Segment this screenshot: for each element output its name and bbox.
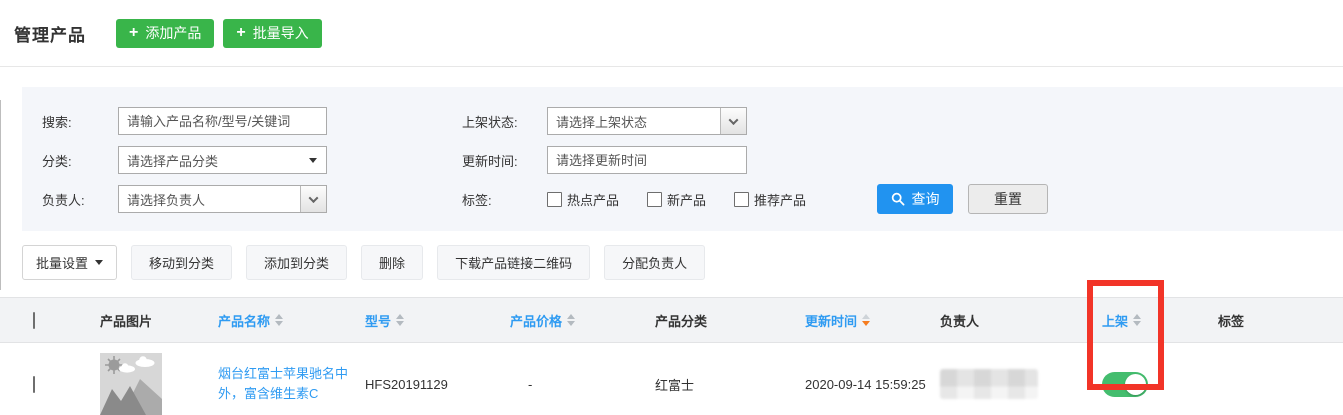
tag-checkbox-hot[interactable]: 热点产品 <box>547 190 619 209</box>
row-owner-cell <box>930 369 1085 399</box>
header-image: 产品图片 <box>70 311 185 330</box>
batch-set-dropdown[interactable]: 批量设置 <box>22 245 117 280</box>
reset-button[interactable]: 重置 <box>968 184 1048 214</box>
add-product-label: 添加产品 <box>145 23 201 43</box>
header-price-sort[interactable]: 产品价格 <box>500 311 640 330</box>
category-select[interactable]: 请选择产品分类 <box>118 146 327 174</box>
row-category: 红富士 <box>640 375 790 394</box>
product-table: 产品图片 产品名称 型号 产品价格 产品分类 更新时间 负责人 上架 标签 <box>0 297 1343 415</box>
status-select[interactable]: 请选择上架状态 <box>547 107 747 135</box>
product-name-link[interactable]: 烟台红富士苹果驰名中外，富含维生素C <box>218 364 354 404</box>
add-product-button[interactable]: + 添加产品 <box>116 19 214 48</box>
chevron-down-icon <box>300 186 326 212</box>
update-time-input[interactable] <box>547 146 747 174</box>
row-model: HFS20191129 <box>350 377 500 392</box>
caret-down-icon <box>309 158 317 163</box>
batch-import-button[interactable]: + 批量导入 <box>223 19 321 48</box>
update-time-label: 更新时间: <box>462 151 547 170</box>
search-input[interactable] <box>118 107 327 135</box>
checkbox-icon <box>734 192 749 207</box>
row-name-cell: 烟台红富士苹果驰名中外，富含维生素C <box>185 364 350 404</box>
download-qr-button[interactable]: 下载产品链接二维码 <box>437 245 590 280</box>
left-edge-line <box>0 100 1 290</box>
search-label: 搜索: <box>42 112 118 131</box>
tags-label: 标签: <box>462 190 547 209</box>
checkbox-icon <box>647 192 662 207</box>
tag-hot-label: 热点产品 <box>567 190 619 209</box>
tag-checkbox-new[interactable]: 新产品 <box>647 190 706 209</box>
filter-row-2: 分类: 请选择产品分类 更新时间: <box>42 146 1343 174</box>
onshelf-toggle[interactable] <box>1102 372 1148 397</box>
sort-carets-icon <box>396 314 404 326</box>
category-select-value: 请选择产品分类 <box>119 151 309 170</box>
sort-carets-icon <box>275 314 283 326</box>
delete-button[interactable]: 删除 <box>361 245 423 280</box>
filter-row-1: 搜索: 上架状态: 请选择上架状态 <box>42 107 1343 135</box>
status-select-value: 请选择上架状态 <box>548 112 720 131</box>
chevron-down-icon <box>720 108 746 134</box>
owner-redacted-blur <box>940 369 1038 399</box>
owner-label: 负责人: <box>42 190 118 209</box>
add-to-category-button[interactable]: 添加到分类 <box>246 245 347 280</box>
select-all-checkbox[interactable] <box>33 312 35 329</box>
row-price: - <box>500 377 640 392</box>
row-updated: 2020-09-14 15:59:25 <box>790 377 930 392</box>
header-updated-sort[interactable]: 更新时间 <box>790 311 930 330</box>
action-toolbar: 批量设置 移动到分类 添加到分类 删除 下载产品链接二维码 分配负责人 <box>22 245 1343 280</box>
status-label: 上架状态: <box>462 112 547 131</box>
header-onshelf-sort[interactable]: 上架 <box>1085 311 1165 330</box>
page-title: 管理产品 <box>14 21 86 46</box>
header-owner: 负责人 <box>930 311 1085 330</box>
checkbox-icon <box>547 192 562 207</box>
header-model-sort[interactable]: 型号 <box>350 311 500 330</box>
sort-carets-icon <box>862 314 870 326</box>
row-checkbox[interactable] <box>33 376 35 393</box>
row-checkbox-cell <box>0 377 70 392</box>
sort-carets-icon <box>1133 314 1141 326</box>
header-tags: 标签 <box>1165 311 1343 330</box>
header-category: 产品分类 <box>640 311 790 330</box>
category-label: 分类: <box>42 151 118 170</box>
tag-recommend-label: 推荐产品 <box>754 190 806 209</box>
product-placeholder-image <box>100 353 162 415</box>
plus-icon: + <box>129 25 138 41</box>
tag-new-label: 新产品 <box>667 190 706 209</box>
caret-down-icon <box>95 260 103 265</box>
table-row: 烟台红富士苹果驰名中外，富含维生素C HFS20191129 - 红富士 202… <box>0 343 1343 415</box>
tag-checkbox-recommend[interactable]: 推荐产品 <box>734 190 806 209</box>
toggle-knob <box>1125 374 1146 395</box>
row-onshelf-cell <box>1085 372 1165 397</box>
row-image-cell <box>70 353 185 415</box>
batch-set-label: 批量设置 <box>36 253 88 272</box>
table-header-row: 产品图片 产品名称 型号 产品价格 产品分类 更新时间 负责人 上架 标签 <box>0 297 1343 343</box>
filter-panel: 搜索: 上架状态: 请选择上架状态 分类: 请选择产品分类 更新时间: 负责人:… <box>22 87 1343 231</box>
query-label: 查询 <box>912 189 940 209</box>
top-bar: 管理产品 + 添加产品 + 批量导入 <box>0 0 1343 67</box>
plus-icon: + <box>236 25 245 41</box>
batch-import-label: 批量导入 <box>253 23 309 43</box>
header-checkbox-cell <box>0 313 70 328</box>
header-name-sort[interactable]: 产品名称 <box>185 311 350 330</box>
owner-select[interactable]: 请选择负责人 <box>118 185 327 213</box>
filter-row-3: 负责人: 请选择负责人 标签: 热点产品 新产品 推荐产品 查询 重置 <box>42 185 1343 213</box>
move-to-category-button[interactable]: 移动到分类 <box>131 245 232 280</box>
assign-owner-button[interactable]: 分配负责人 <box>604 245 705 280</box>
sort-carets-icon <box>567 314 575 326</box>
owner-select-value: 请选择负责人 <box>119 190 300 209</box>
query-button[interactable]: 查询 <box>877 184 953 214</box>
search-icon <box>891 192 905 206</box>
